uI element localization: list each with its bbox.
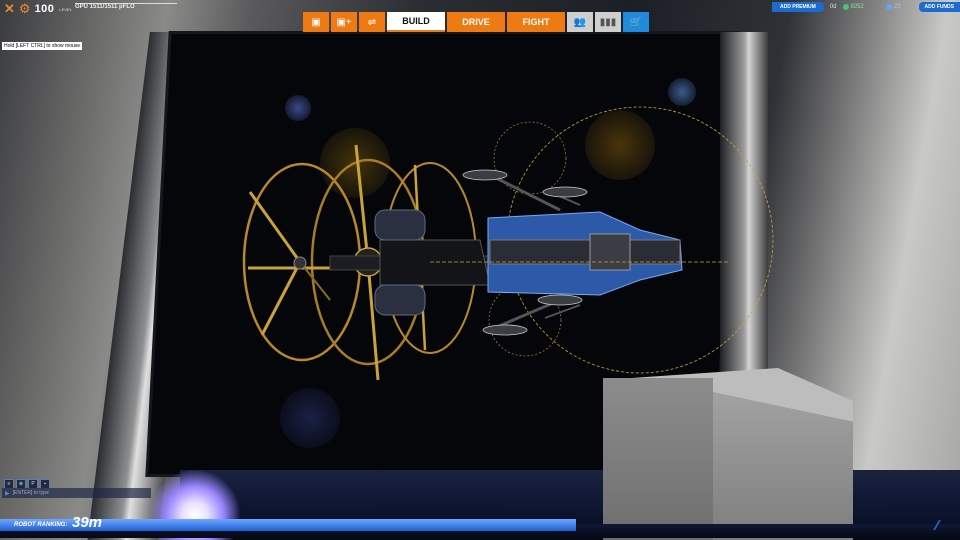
player-status: ✕ ⚙ 100 LEVEL <box>0 0 76 18</box>
cube-block-front <box>603 378 713 540</box>
controls-hint: Hold [LEFT CTRL] to show mouse <box>2 42 83 50</box>
social-button[interactable]: 👥 <box>567 12 593 32</box>
close-icon[interactable]: ✕ <box>4 2 15 15</box>
game-scene <box>0 0 960 540</box>
ranking-label: ROBOT RANKING: <box>14 522 68 528</box>
credit-icon <box>885 4 892 10</box>
robot-shop-button[interactable]: ⇌ <box>359 12 385 32</box>
cube-icon: ▣ <box>311 16 321 28</box>
robot-icon: ⇌ <box>367 16 377 28</box>
people-icon: 👥 <box>573 16 587 28</box>
premium-time: 0d <box>829 4 837 10</box>
add-premium-button[interactable]: ADD PREMIUM <box>771 2 824 12</box>
tab-drive[interactable]: DRIVE <box>447 12 505 32</box>
cart-icon: 🛒 <box>629 16 643 28</box>
cube-depot-button[interactable]: ▣ <box>303 12 329 32</box>
account-bar: ADD PREMIUM 0d 9252 23 ADD FUNDS <box>771 2 960 12</box>
robits-balance: 9252 <box>842 4 864 10</box>
top-bar: ✕ ⚙ 100 LEVEL GPU 1511/1511 pFLO ▣ ▣+ ⇌ … <box>0 0 960 32</box>
player-level: 100 <box>34 3 55 15</box>
chat-arrow-icon: ▶ <box>5 490 10 497</box>
chat-placeholder: [ENTER] to type <box>12 490 49 496</box>
add-cube-button[interactable]: ▣+ <box>331 12 357 32</box>
stats-button[interactable]: ▮▮▮ <box>595 12 621 32</box>
level-label: LEVEL <box>59 6 72 12</box>
bar-chart-icon: ▮▮▮ <box>599 16 617 28</box>
gear-icon[interactable]: ⚙ <box>19 2 31 15</box>
credits-balance: 23 <box>885 4 901 10</box>
tab-fight[interactable]: FIGHT <box>507 12 565 32</box>
cube-plus-icon: ▣+ <box>336 16 352 28</box>
add-funds-button[interactable]: ADD FUNDS <box>918 2 960 12</box>
robit-icon <box>842 4 849 10</box>
chat-input[interactable]: ▶ [ENTER] to type <box>2 488 151 498</box>
tab-build[interactable]: BUILD <box>387 12 445 32</box>
mode-tabs: ▣ ▣+ ⇌ BUILD DRIVE FIGHT 👥 ▮▮▮ 🛒 <box>303 12 651 32</box>
ranking-value: 39m <box>72 514 103 531</box>
store-button[interactable]: 🛒 <box>623 12 649 32</box>
gpu-readout: GPU 1511/1511 pFLO <box>75 4 135 10</box>
